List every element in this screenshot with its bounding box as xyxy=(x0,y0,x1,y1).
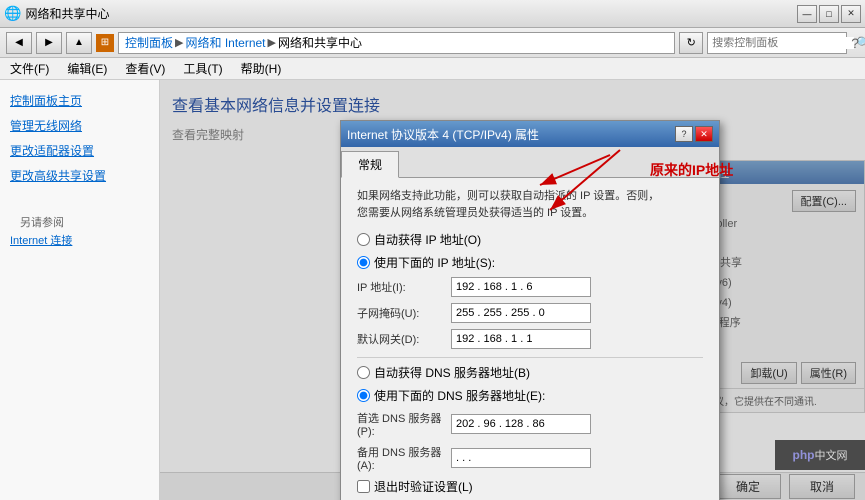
secondary-dns-row: 备用 DNS 服务器(A): xyxy=(357,444,703,472)
breadcrumb-cp[interactable]: 控制面板 xyxy=(125,34,173,51)
sidebar-extra-section: 另请参阅 xyxy=(10,208,149,232)
gateway-input[interactable] xyxy=(451,329,591,349)
manual-ip-row: 使用下面的 IP 地址(S): xyxy=(357,254,703,271)
search-input[interactable] xyxy=(712,37,854,49)
dialog-title: Internet 协议版本 4 (TCP/IPv4) 属性 xyxy=(347,126,539,143)
auto-ip-radio[interactable] xyxy=(357,233,370,246)
validate-label: 退出时验证设置(L) xyxy=(374,478,473,495)
primary-dns-label: 首选 DNS 服务器(P): xyxy=(357,410,447,438)
validate-checkbox[interactable] xyxy=(357,480,370,493)
window-controls: — □ ✕ xyxy=(797,5,861,23)
subnet-label: 子网掩码(U): xyxy=(357,305,447,321)
breadcrumb-current: 网络和共享中心 xyxy=(278,34,362,51)
minimize-button[interactable]: — xyxy=(797,5,817,23)
sidebar-link-internet[interactable]: Internet 连接 xyxy=(10,232,149,248)
refresh-button[interactable]: ↻ xyxy=(679,32,703,54)
validate-checkbox-row: 退出时验证设置(L) xyxy=(357,478,703,495)
manual-ip-label: 使用下面的 IP 地址(S): xyxy=(374,254,495,271)
auto-ip-label: 自动获得 IP 地址(O) xyxy=(374,231,481,248)
menu-file[interactable]: 文件(F) xyxy=(2,58,57,79)
annotation-arrows xyxy=(530,130,730,250)
sep1: ▶ xyxy=(175,36,183,49)
auto-dns-label: 自动获得 DNS 服务器地址(B) xyxy=(374,364,530,381)
secondary-dns-label: 备用 DNS 服务器(A): xyxy=(357,444,447,472)
sidebar-item-home[interactable]: 控制面板主页 xyxy=(0,88,159,113)
primary-dns-input[interactable] xyxy=(451,414,591,434)
gateway-row: 默认网关(D): xyxy=(357,329,703,349)
breadcrumb-net[interactable]: 网络和 Internet xyxy=(185,34,265,51)
primary-dns-row: 首选 DNS 服务器(P): xyxy=(357,410,703,438)
window-title: 网络和共享中心 xyxy=(25,5,109,22)
sidebar: 控制面板主页 管理无线网络 更改适配器设置 更改高级共享设置 另请参阅 Inte… xyxy=(0,80,160,500)
auto-dns-radio[interactable] xyxy=(357,366,370,379)
gateway-label: 默认网关(D): xyxy=(357,331,447,347)
search-bar[interactable]: 🔍 xyxy=(707,32,847,54)
close-button[interactable]: ✕ xyxy=(841,5,861,23)
breadcrumb-bar[interactable]: 控制面板 ▶ 网络和 Internet ▶ 网络和共享中心 xyxy=(118,32,675,54)
main-content: 控制面板主页 管理无线网络 更改适配器设置 更改高级共享设置 另请参阅 Inte… xyxy=(0,80,865,500)
menu-view[interactable]: 查看(V) xyxy=(117,58,173,79)
help-icon[interactable]: ? xyxy=(851,35,859,51)
menu-edit[interactable]: 编辑(E) xyxy=(59,58,115,79)
manual-dns-radio[interactable] xyxy=(357,389,370,402)
sidebar-item-sharing[interactable]: 更改高级共享设置 xyxy=(0,163,159,188)
subnet-input[interactable] xyxy=(451,303,591,323)
manual-ip-radio[interactable] xyxy=(357,256,370,269)
menubar: 文件(F) 编辑(E) 查看(V) 工具(T) 帮助(H) xyxy=(0,58,865,80)
cp-icon-inner: ⊞ xyxy=(101,37,109,48)
tab-general[interactable]: 常规 xyxy=(341,151,399,178)
subnet-row: 子网掩码(U): xyxy=(357,303,703,323)
section-divider xyxy=(357,357,703,358)
maximize-button[interactable]: □ xyxy=(819,5,839,23)
auto-dns-row: 自动获得 DNS 服务器地址(B) xyxy=(357,364,703,381)
sep2: ▶ xyxy=(268,36,276,49)
window-icon: 🌐 xyxy=(4,5,21,22)
manual-dns-label: 使用下面的 DNS 服务器地址(E): xyxy=(374,387,545,404)
sidebar-item-adapter[interactable]: 更改适配器设置 xyxy=(0,138,159,163)
titlebar: 🌐 网络和共享中心 — □ ✕ xyxy=(0,0,865,28)
menu-tools[interactable]: 工具(T) xyxy=(175,58,230,79)
ip-address-label: IP 地址(I): xyxy=(357,279,447,295)
ip-address-input[interactable] xyxy=(451,277,591,297)
forward-button[interactable]: ▶ xyxy=(36,32,62,54)
addressbar: ◀ ▶ ▲ ⊞ 控制面板 ▶ 网络和 Internet ▶ 网络和共享中心 ↻ … xyxy=(0,28,865,58)
menu-help[interactable]: 帮助(H) xyxy=(233,58,290,79)
sidebar-item-wireless[interactable]: 管理无线网络 xyxy=(0,113,159,138)
control-panel-icon: ⊞ xyxy=(96,34,114,52)
titlebar-left: 🌐 网络和共享中心 xyxy=(4,5,109,22)
ip-address-row: IP 地址(I): xyxy=(357,277,703,297)
back-button[interactable]: ◀ xyxy=(6,32,32,54)
secondary-dns-input[interactable] xyxy=(451,448,591,468)
up-button[interactable]: ▲ xyxy=(66,32,92,54)
manual-dns-row: 使用下面的 DNS 服务器地址(E): xyxy=(357,387,703,404)
content-area: 查看基本网络信息并设置连接 查看完整映射 主板连接 属性 配置(C)... Fa… xyxy=(160,80,865,500)
